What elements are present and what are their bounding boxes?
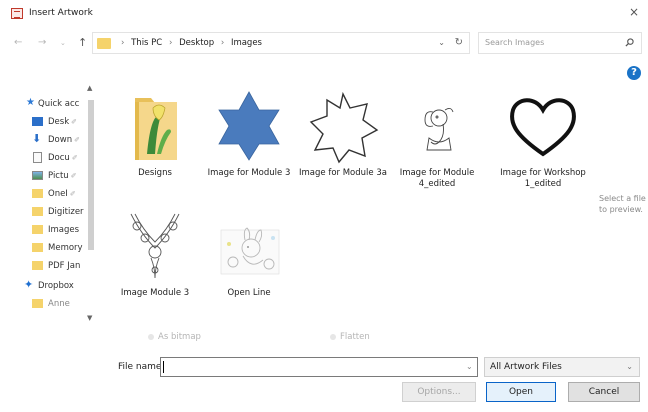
flatten-option: Flatten	[330, 332, 370, 342]
scroll-thumb[interactable]	[88, 100, 94, 250]
file-type-value: All Artwork Files	[490, 362, 562, 372]
bunny-line-art-icon	[220, 227, 280, 275]
file-item[interactable]: Image for Workshop 1_edited	[496, 88, 590, 190]
pin-icon: ✐	[71, 154, 78, 162]
image-thumbnail	[117, 208, 193, 284]
title-bar: Insert Artwork ×	[0, 0, 648, 26]
cancel-button[interactable]: Cancel	[568, 382, 640, 402]
file-item[interactable]: Open Line	[202, 208, 296, 299]
file-name: Image for Module 3a	[299, 168, 387, 178]
pin-icon: ✐	[70, 172, 77, 180]
folder-icon	[32, 243, 43, 252]
app-icon	[11, 8, 23, 19]
folder-icon	[32, 207, 43, 216]
image-thumbnail	[211, 88, 287, 164]
file-name: Image for Module 3	[207, 168, 291, 178]
folder-icon	[32, 225, 43, 234]
document-icon	[33, 152, 42, 163]
search-placeholder: Search Images	[485, 38, 545, 47]
chevron-down-icon[interactable]: ⌄	[466, 362, 473, 371]
help-button[interactable]: ?	[627, 66, 641, 80]
search-input[interactable]: Search Images	[478, 32, 642, 54]
window-title: Insert Artwork	[29, 8, 93, 18]
preview-hint: Select a file to preview.	[599, 194, 646, 214]
breadcrumb: › This PC › Desktop › Images	[121, 38, 262, 48]
file-item[interactable]: Image for Module 3a	[296, 88, 390, 179]
pin-icon: ✐	[74, 136, 80, 144]
options-button[interactable]: Options...	[402, 382, 476, 402]
file-item[interactable]: Image for Module 4_edited	[390, 88, 484, 190]
address-bar[interactable]: › This PC › Desktop › Images ⌄ ↻	[92, 32, 470, 54]
folder-icon	[32, 299, 43, 308]
pin-icon: ✐	[69, 190, 76, 198]
back-arrow-icon[interactable]: ←	[14, 37, 22, 48]
elephant-line-art-icon	[424, 107, 454, 151]
file-item[interactable]: Image for Module 3	[202, 88, 296, 179]
address-dropdown-icon[interactable]: ⌄	[438, 38, 445, 47]
close-button[interactable]: ×	[620, 0, 648, 24]
nav-scrollbar[interactable]: ▲ ▼	[86, 84, 96, 322]
open-button[interactable]: Open	[486, 382, 556, 402]
file-name: Image Module 3	[120, 288, 190, 298]
file-item[interactable]: Image Module 3	[108, 208, 202, 299]
search-icon	[625, 38, 634, 47]
up-arrow-icon[interactable]: ↑	[78, 36, 87, 49]
seven-point-star-icon	[309, 91, 379, 164]
pictures-icon	[32, 171, 43, 180]
forward-arrow-icon[interactable]: →	[38, 37, 46, 48]
scroll-down-icon[interactable]: ▼	[87, 314, 92, 322]
pin-icon: ✐	[71, 118, 78, 126]
breadcrumb-images[interactable]: Images	[231, 38, 262, 48]
image-thumbnail	[305, 88, 381, 164]
scroll-up-icon[interactable]: ▲	[87, 84, 92, 92]
file-name: Designs	[138, 168, 172, 178]
file-name: Open Line	[227, 288, 271, 298]
address-row: ← → ⌄ ↑ › This PC › Desktop › Images ⌄ ↻…	[0, 30, 648, 58]
folder-icon	[32, 261, 43, 270]
download-icon: ⬇	[32, 132, 42, 145]
recent-locations-icon[interactable]: ⌄	[60, 39, 66, 47]
radio-icon	[148, 333, 154, 340]
heart-icon	[510, 98, 576, 157]
desktop-icon	[32, 117, 43, 126]
checkbox-icon	[330, 333, 336, 340]
image-thumbnail	[399, 88, 475, 164]
six-point-star-icon	[218, 91, 280, 161]
folder-thumbnail	[117, 88, 193, 164]
image-thumbnail	[505, 88, 581, 164]
folder-icon	[135, 98, 177, 160]
file-name: Image for Workshop 1_edited	[500, 168, 586, 189]
breadcrumb-this-pc[interactable]: This PC	[131, 38, 162, 48]
file-name: Image for Module 4_edited	[399, 168, 475, 189]
star-icon: ★	[26, 97, 35, 108]
folder-icon	[97, 38, 111, 49]
file-item[interactable]: Designs	[108, 88, 202, 179]
refresh-icon[interactable]: ↻	[455, 37, 463, 48]
folder-icon	[32, 189, 43, 198]
chevron-down-icon: ⌄	[626, 362, 633, 371]
dropbox-icon: ✦	[24, 278, 34, 291]
lace-collar-icon	[130, 213, 180, 279]
text-cursor	[163, 361, 164, 373]
as-bitmap-option: As bitmap	[148, 332, 201, 342]
file-name-label: File name:	[118, 362, 165, 372]
file-type-select[interactable]: All Artwork Files ⌄	[484, 357, 640, 377]
file-name-input[interactable]	[160, 357, 478, 377]
image-thumbnail	[211, 208, 287, 284]
breadcrumb-desktop[interactable]: Desktop	[179, 38, 214, 48]
